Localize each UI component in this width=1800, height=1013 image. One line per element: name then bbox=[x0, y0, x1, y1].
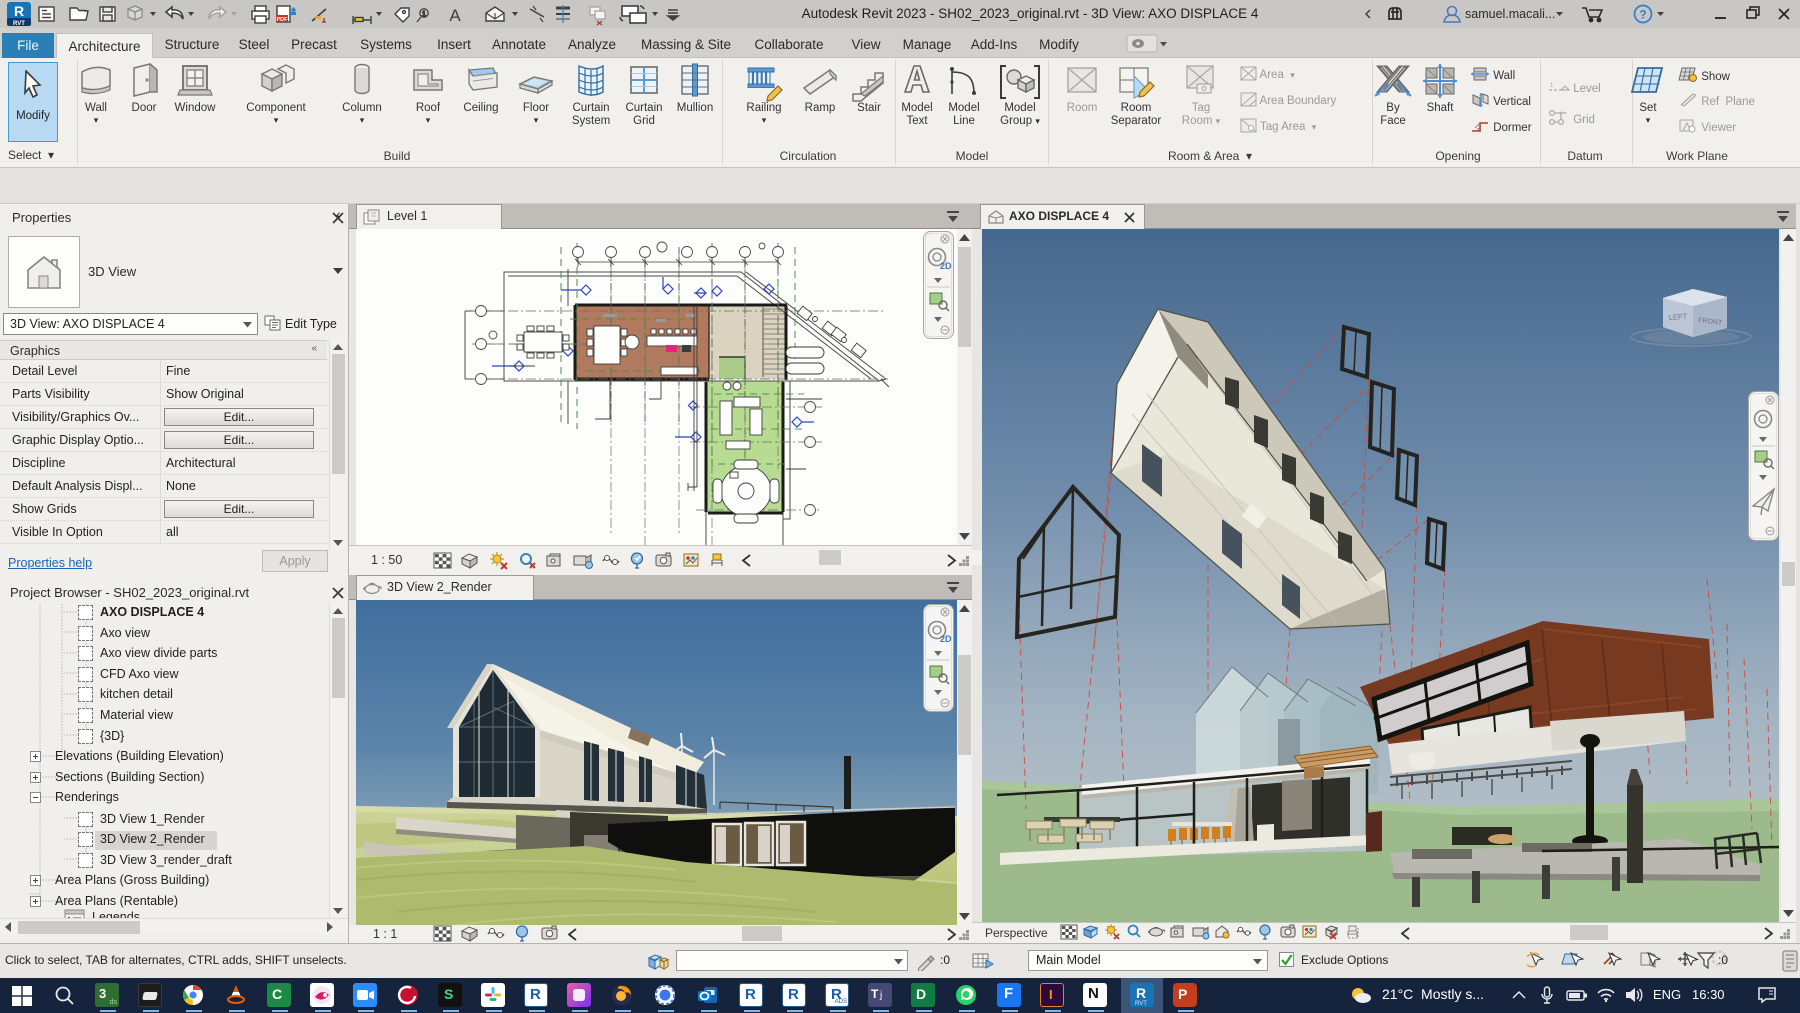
svg-text:R: R bbox=[14, 3, 24, 19]
svg-text:samuel.macali...: samuel.macali... bbox=[1465, 7, 1555, 21]
svg-text:PDF: PDF bbox=[277, 17, 289, 23]
svg-text:2D: 2D bbox=[940, 261, 952, 271]
svg-text:RVT: RVT bbox=[13, 21, 25, 27]
svg-text:LEFT: LEFT bbox=[1669, 312, 1688, 322]
svg-text:1: 1 bbox=[1550, 83, 1554, 89]
svg-text:1: 1 bbox=[422, 11, 426, 18]
svg-text:?: ? bbox=[1639, 8, 1646, 22]
svg-text:A: A bbox=[449, 6, 461, 25]
svg-text:2D: 2D bbox=[940, 634, 952, 644]
